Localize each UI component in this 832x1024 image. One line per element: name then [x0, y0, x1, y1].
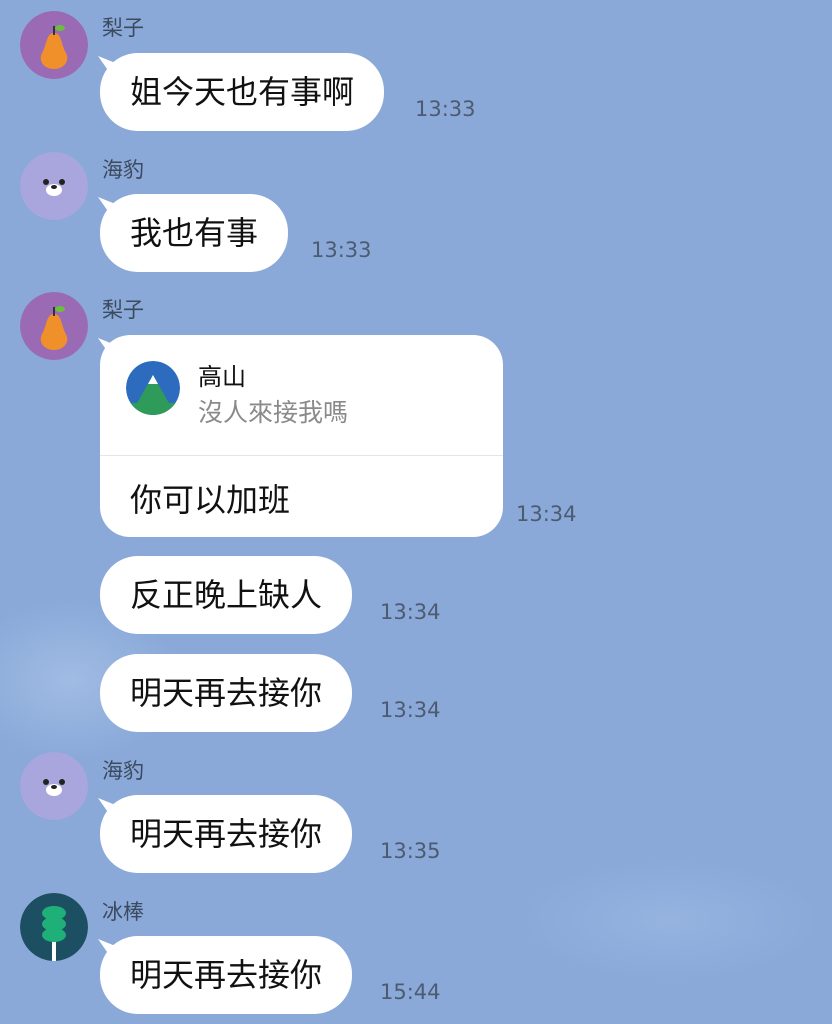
seal-avatar[interactable]: [20, 752, 88, 820]
sender-name: 海豹: [102, 759, 144, 783]
message-time: 13:35: [380, 839, 441, 863]
message-time: 13:34: [516, 502, 577, 526]
message-time: 13:34: [380, 600, 441, 624]
message-bubble[interactable]: 明天再去接你: [100, 936, 353, 1014]
popsicle-avatar[interactable]: [20, 893, 88, 961]
background-cloud: [520, 860, 820, 980]
mountain-icon: [126, 361, 180, 415]
message-bubble[interactable]: 反正晚上缺人: [100, 556, 353, 634]
sender-name: 海豹: [102, 158, 144, 182]
pear-avatar[interactable]: [20, 292, 88, 360]
message-bubble[interactable]: 我也有事: [100, 194, 289, 272]
message-text: 你可以加班: [130, 481, 291, 519]
sender-name: 梨子: [102, 298, 144, 322]
message-time: 13:33: [311, 238, 372, 262]
message-bubble[interactable]: 明天再去接你: [100, 654, 353, 732]
pear-avatar[interactable]: [20, 11, 88, 79]
message-bubble[interactable]: 明天再去接你: [100, 795, 353, 873]
message-bubble[interactable]: 姐今天也有事啊: [100, 53, 385, 131]
message-time: 15:44: [380, 980, 441, 1004]
seal-avatar[interactable]: [20, 152, 88, 220]
quoted-text: 沒人來接我嗎: [198, 398, 349, 427]
reply-message-bubble[interactable]: 高山 沒人來接我嗎 你可以加班: [100, 335, 503, 537]
quoted-sender-name: 高山: [198, 363, 246, 391]
sender-name: 梨子: [102, 16, 144, 40]
message-time: 13:34: [380, 698, 441, 722]
message-time: 13:33: [415, 97, 476, 121]
quoted-message[interactable]: 高山 沒人來接我嗎: [100, 335, 503, 456]
sender-name: 冰棒: [102, 900, 144, 924]
